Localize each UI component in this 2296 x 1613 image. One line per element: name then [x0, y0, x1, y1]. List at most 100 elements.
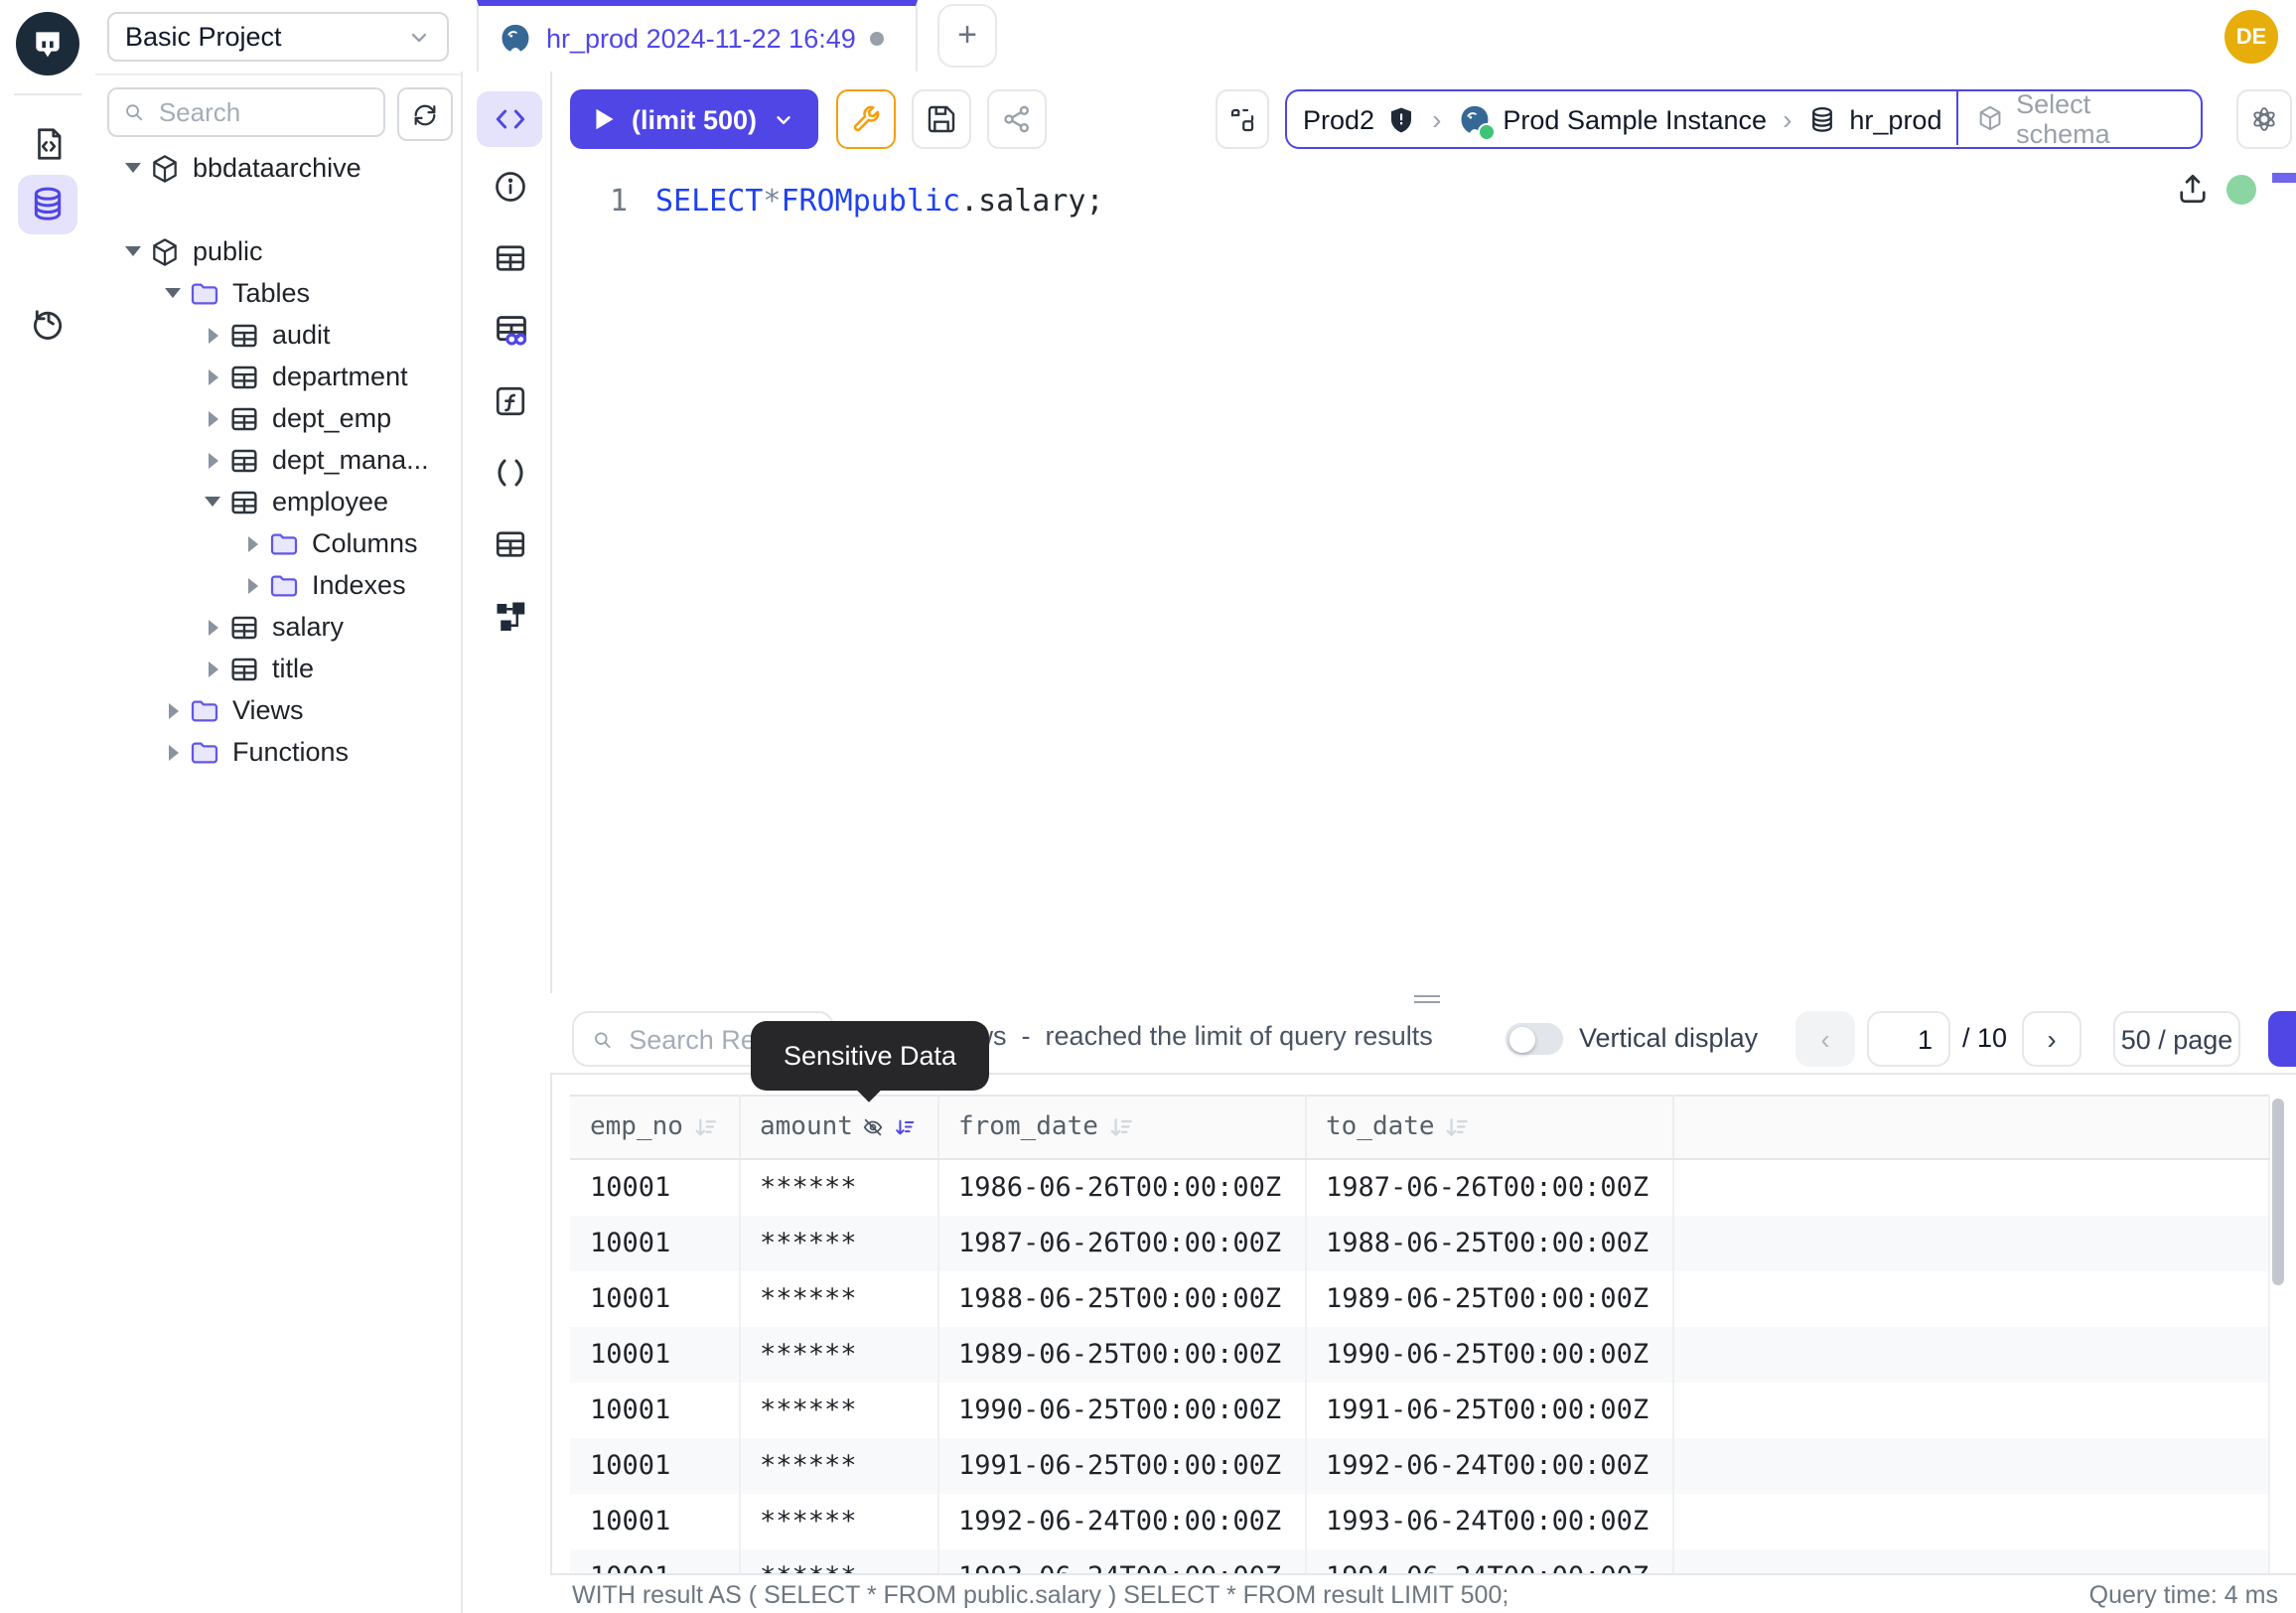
sort-icon[interactable]	[1108, 1114, 1134, 1140]
vertical-display-toggle[interactable]	[1506, 1023, 1563, 1055]
tree-item-dept-emp[interactable]: dept_emp	[95, 397, 461, 439]
save-sheet-button[interactable]	[912, 89, 971, 149]
table-cell[interactable]: 1992-06-24T00:00:00Z	[937, 1494, 1305, 1549]
admin-wrench-button[interactable]	[836, 89, 896, 149]
run-query-button[interactable]: (limit 500)	[570, 89, 818, 149]
column-header-amount[interactable]: amount	[739, 1096, 937, 1159]
column-header-to_date[interactable]: to_date	[1305, 1096, 1672, 1159]
table-cell[interactable]: 1993-06-24T00:00:00Z	[1305, 1494, 1672, 1549]
table-cell[interactable]: 10001	[570, 1327, 739, 1383]
table-cell[interactable]: 1989-06-25T00:00:00Z	[937, 1327, 1305, 1383]
table-cell[interactable]: 1987-06-26T00:00:00Z	[937, 1216, 1305, 1271]
table-row[interactable]: 10001******1993-06-24T00:00:00Z1994-06-2…	[570, 1549, 2268, 1573]
add-tab-button[interactable]: +	[937, 4, 997, 68]
table-cell[interactable]: 1988-06-25T00:00:00Z	[937, 1271, 1305, 1327]
tree-item-employee[interactable]: employee	[95, 481, 461, 522]
results-table[interactable]: emp_noamountfrom_dateto_date10001******1…	[570, 1095, 2269, 1573]
tree-item-functions[interactable]: Functions	[95, 731, 461, 773]
ai-assistant-button[interactable]	[2236, 89, 2292, 149]
caret-right-icon[interactable]	[199, 327, 226, 343]
table-row[interactable]: 10001******1988-06-25T00:00:00Z1989-06-2…	[570, 1271, 2268, 1327]
table-cell[interactable]: ******	[739, 1494, 937, 1549]
caret-right-icon[interactable]	[159, 702, 187, 718]
environment-segment[interactable]: Prod2	[1287, 104, 1432, 134]
caret-right-icon[interactable]	[199, 452, 226, 468]
tables-panel-button[interactable]	[487, 234, 534, 282]
caret-right-icon[interactable]	[159, 744, 187, 760]
tree-item-audit[interactable]: audit	[95, 314, 461, 356]
tree-item-salary[interactable]: salary	[95, 606, 461, 648]
table-row[interactable]: 10001******1990-06-25T00:00:00Z1991-06-2…	[570, 1383, 2268, 1438]
table-cell[interactable]: 10001	[570, 1549, 739, 1573]
sort-icon[interactable]	[895, 1114, 917, 1140]
column-header-emp_no[interactable]: emp_no	[570, 1096, 739, 1159]
functions-panel-button[interactable]	[487, 377, 534, 425]
table-cell[interactable]: 1993-06-24T00:00:00Z	[937, 1549, 1305, 1573]
tree-item-views[interactable]: Views	[95, 689, 461, 731]
info-panel-button[interactable]	[487, 163, 534, 211]
table-row[interactable]: 10001******1987-06-26T00:00:00Z1988-06-2…	[570, 1216, 2268, 1271]
upload-sql-button[interactable]	[2175, 171, 2211, 207]
export-button[interactable]	[2268, 1011, 2296, 1067]
tree-item-department[interactable]: department	[95, 356, 461, 397]
table-row[interactable]: 10001******1989-06-25T00:00:00Z1990-06-2…	[570, 1327, 2268, 1383]
sql-editor[interactable]	[552, 155, 2296, 993]
table-cell[interactable]: 10001	[570, 1271, 739, 1327]
connection-panel-button[interactable]	[1216, 89, 1269, 149]
table-cell[interactable]: 10001	[570, 1494, 739, 1549]
table-cell[interactable]: ******	[739, 1271, 937, 1327]
schema-diagram-panel-button[interactable]	[487, 592, 534, 640]
sql-editor-mode-button[interactable]	[477, 91, 542, 147]
external-tables-panel-button[interactable]	[487, 520, 534, 568]
table-cell[interactable]: 10001	[570, 1383, 739, 1438]
tree-item-dept-mana-[interactable]: dept_mana...	[95, 439, 461, 481]
table-cell[interactable]: ******	[739, 1327, 937, 1383]
table-cell[interactable]: 1992-06-24T00:00:00Z	[1305, 1438, 1672, 1494]
tree-item-columns[interactable]: Columns	[95, 522, 461, 564]
caret-right-icon[interactable]	[238, 535, 266, 551]
caret-down-icon[interactable]	[199, 497, 226, 507]
tree-item-indexes[interactable]: Indexes	[95, 564, 461, 606]
worksheet-nav-button[interactable]	[24, 119, 72, 167]
column-header-from_date[interactable]: from_date	[937, 1096, 1305, 1159]
caret-down-icon[interactable]	[119, 246, 147, 256]
table-cell[interactable]: 1986-06-26T00:00:00Z	[937, 1159, 1305, 1216]
procedures-panel-button[interactable]	[487, 449, 534, 497]
connection-breadcrumb[interactable]: Prod2 › Prod Sample Instance	[1285, 89, 2203, 149]
sort-icon[interactable]	[1445, 1114, 1471, 1140]
results-scrollbar[interactable]	[2272, 1099, 2284, 1285]
history-nav-button[interactable]	[24, 296, 72, 344]
tree-item-public[interactable]: public	[95, 230, 461, 272]
table-cell[interactable]: 1988-06-25T00:00:00Z	[1305, 1216, 1672, 1271]
sidebar-search-input[interactable]	[155, 95, 369, 129]
database-segment[interactable]: hr_prod	[1792, 104, 1957, 134]
tree-item-bbdataarchive[interactable]: bbdataarchive	[95, 147, 461, 189]
table-cell[interactable]: 10001	[570, 1438, 739, 1494]
next-page-button[interactable]: ›	[2022, 1011, 2081, 1067]
caret-right-icon[interactable]	[199, 660, 226, 676]
table-cell[interactable]: 1989-06-25T00:00:00Z	[1305, 1271, 1672, 1327]
table-cell[interactable]: ******	[739, 1438, 937, 1494]
table-cell[interactable]: 10001	[570, 1159, 739, 1216]
sensitive-data-panel-button[interactable]	[487, 306, 534, 354]
sidebar-search[interactable]	[107, 87, 385, 137]
table-cell[interactable]: 1987-06-26T00:00:00Z	[1305, 1159, 1672, 1216]
table-row[interactable]: 10001******1991-06-25T00:00:00Z1992-06-2…	[570, 1438, 2268, 1494]
table-cell[interactable]: ******	[739, 1216, 937, 1271]
table-row[interactable]: 10001******1986-06-26T00:00:00Z1987-06-2…	[570, 1159, 2268, 1216]
tab-hr-prod[interactable]: hr_prod 2024-11-22 16:49	[477, 0, 918, 72]
instance-segment[interactable]: Prod Sample Instance	[1441, 102, 1783, 136]
sql-code-line[interactable]: SELECT * FROM public.salary;	[655, 179, 1104, 222]
table-row[interactable]: 10001******1992-06-24T00:00:00Z1993-06-2…	[570, 1494, 2268, 1549]
table-cell[interactable]: ******	[739, 1383, 937, 1438]
eye-off-icon[interactable]	[863, 1114, 885, 1140]
project-select[interactable]: Basic Project	[107, 12, 449, 62]
table-cell[interactable]: 1991-06-25T00:00:00Z	[937, 1438, 1305, 1494]
database-nav-button[interactable]	[24, 181, 72, 228]
sort-icon[interactable]	[693, 1114, 718, 1140]
share-button[interactable]	[987, 89, 1047, 149]
table-cell[interactable]: ******	[739, 1159, 937, 1216]
tree-item-tables[interactable]: Tables	[95, 272, 461, 314]
tree-item-title[interactable]: title	[95, 648, 461, 689]
caret-down-icon[interactable]	[119, 163, 147, 173]
